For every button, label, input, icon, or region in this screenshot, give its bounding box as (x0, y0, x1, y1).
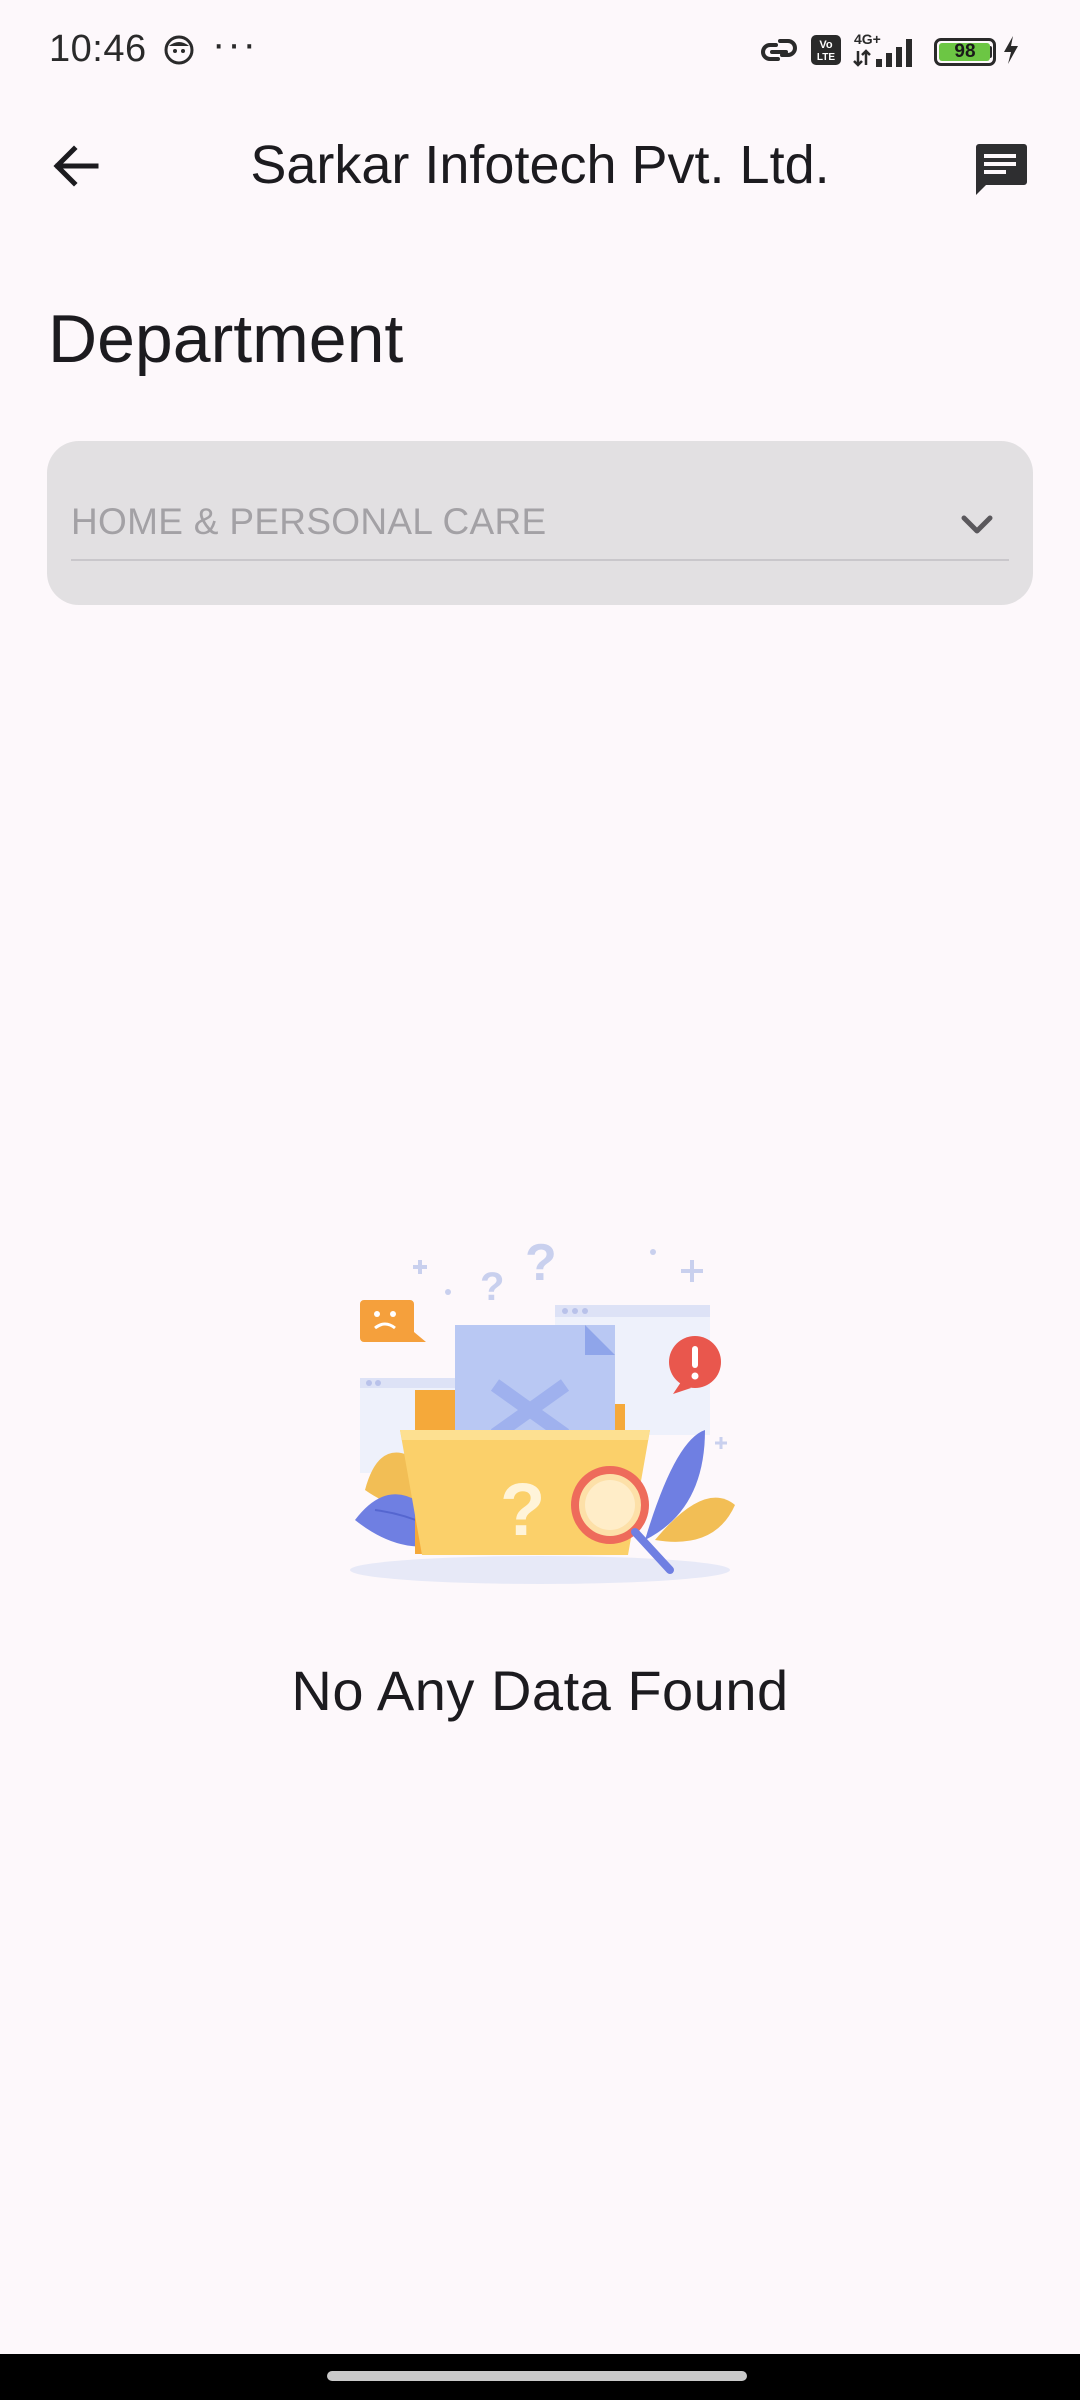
svg-text:?: ? (525, 1240, 557, 1292)
battery-level: 98 (954, 41, 976, 62)
link-icon (758, 35, 800, 70)
empty-state-message: No Any Data Found (291, 1659, 789, 1722)
volte-icon: Vo LTE (810, 34, 842, 71)
chat-button[interactable] (960, 132, 1040, 212)
status-bar: 10:46 ··· Vo LTE 4G+ 98 (0, 0, 1080, 104)
status-icons: Vo LTE 4G+ 98 (758, 30, 1020, 74)
navigation-bar (0, 2354, 1080, 2400)
status-time: 10:46 (49, 28, 147, 70)
charging-icon (1002, 35, 1020, 70)
svg-text:?: ? (500, 1468, 545, 1551)
empty-folder-illustration: ? ? ? (345, 1234, 745, 1590)
face-icon (163, 34, 195, 71)
app-title: Sarkar Infotech Pvt. Ltd. (250, 135, 830, 195)
app-bar: Sarkar Infotech Pvt. Ltd. (0, 104, 1080, 240)
svg-text:?: ? (480, 1265, 504, 1309)
battery-icon: 98 (934, 38, 996, 66)
network-type-label: 4G+ (854, 31, 881, 47)
signal-icon: 4G+ (852, 31, 924, 74)
battery-indicator: 98 (934, 38, 996, 66)
home-gesture-handle[interactable] (327, 2371, 747, 2381)
svg-text:LTE: LTE (817, 52, 835, 63)
svg-text:Vo: Vo (819, 39, 833, 51)
department-dropdown[interactable]: HOME & PERSONAL CARE (47, 441, 1033, 605)
chevron-down-icon (957, 505, 997, 545)
chat-icon (970, 140, 1030, 205)
overflow-dots-icon: ··· (212, 22, 258, 66)
department-heading: Department (48, 301, 404, 377)
dropdown-underline (71, 559, 1009, 561)
back-button[interactable] (40, 132, 112, 204)
dropdown-selected-value: HOME & PERSONAL CARE (71, 501, 547, 542)
arrow-back-icon (50, 140, 102, 197)
